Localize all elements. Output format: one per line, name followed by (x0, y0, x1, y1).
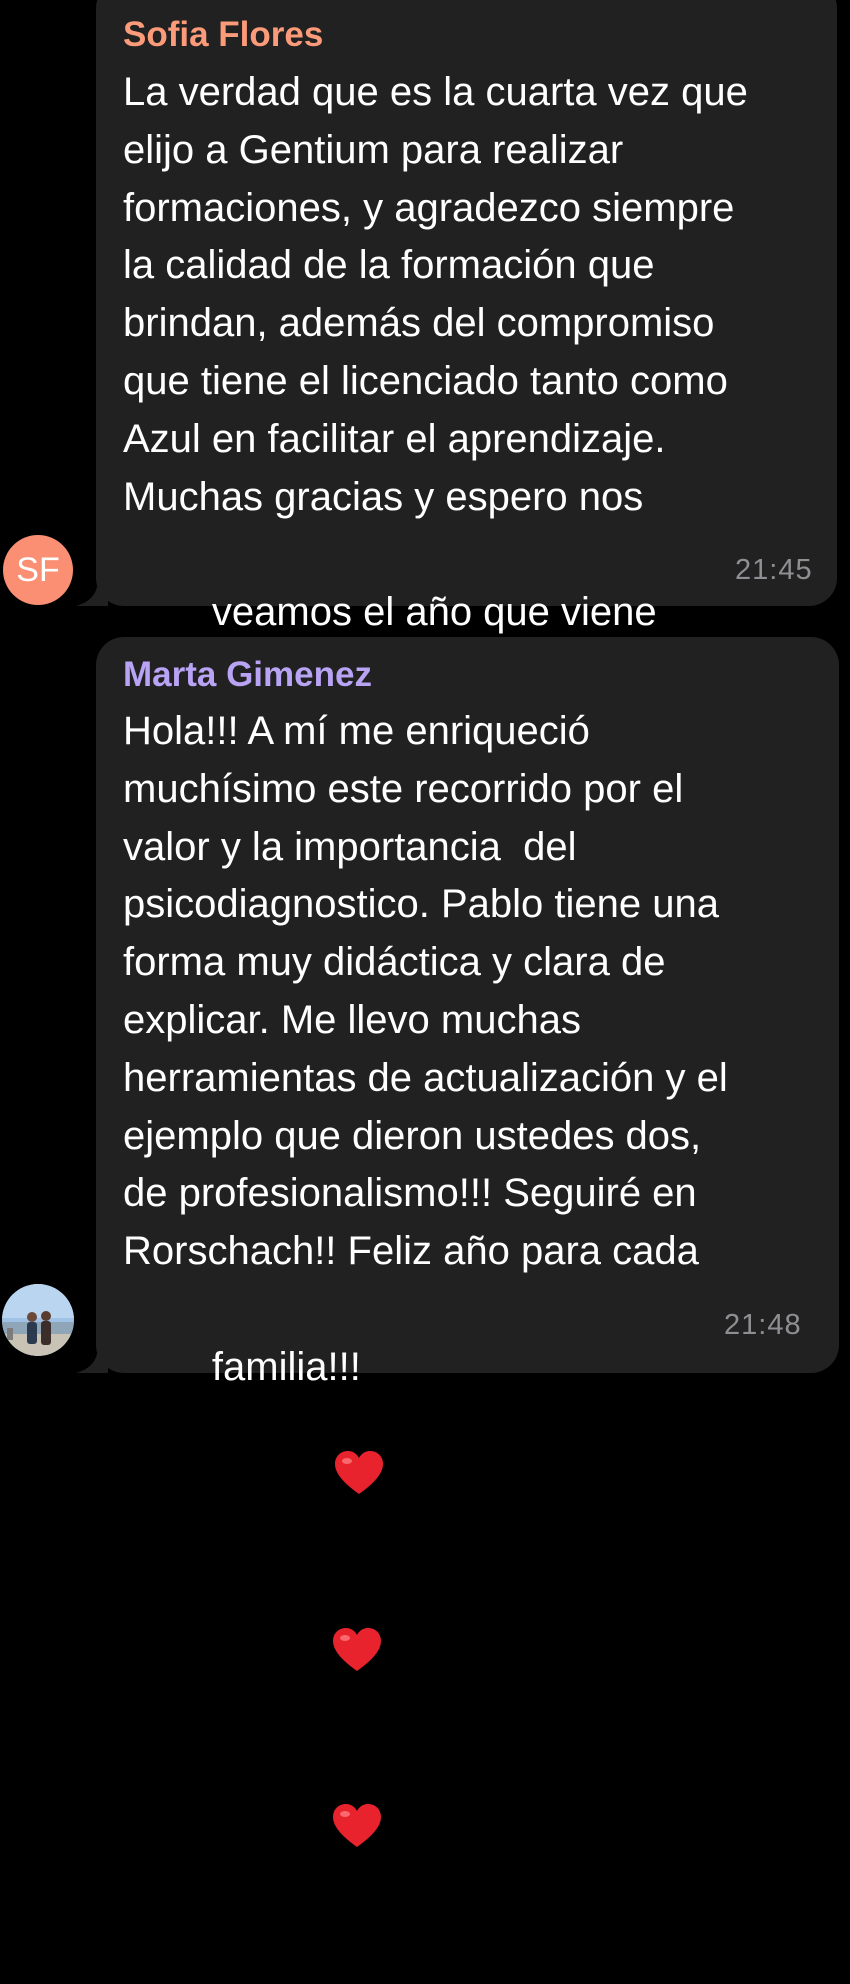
message-bubble[interactable]: Marta Gimenez Hola!!! A mí me enriqueció… (96, 637, 839, 1848)
red-heart-emoji (220, 1569, 383, 1749)
message-bubble[interactable]: Sofia Flores La verdad que es la cuarta … (96, 0, 837, 734)
message-line: La verdad que es la cuarta vez que (123, 70, 748, 114)
message-line: Rorschach!! Feliz año para cada (123, 1229, 699, 1274)
message-line: Azul en facilitar el aprendizaje. (123, 416, 666, 461)
message-line: muchísimo este recorrido por el (123, 766, 684, 811)
sender-name[interactable]: Sofia Flores (123, 15, 323, 55)
message-line: explicar. Me llevo muchas (123, 998, 581, 1042)
sender-name[interactable]: Marta Gimenez (123, 655, 372, 695)
message-sofia-flores[interactable]: Sofia Flores La verdad que es la cuarta … (0, 0, 850, 734)
message-line: formaciones, y agradezco siempre (123, 185, 735, 230)
message-line: forma muy didáctica y clara de (123, 940, 666, 985)
red-heart-emoji (220, 1745, 383, 1925)
red-heart-emoji (222, 1393, 385, 1573)
message-line: Muchas gracias y espero nos (123, 474, 644, 519)
message-marta-gimenez[interactable]: Marta Gimenez Hola!!! A mí me enriqueció… (0, 637, 850, 1848)
message-line-text: veamos el año que viene (211, 590, 657, 635)
message-line: que tiene el licenciado tanto como (123, 359, 728, 403)
message-line: ejemplo que dieron ustedes dos, (123, 1113, 702, 1158)
message-line-text: familia!!! (211, 1344, 361, 1389)
message-line: Hola!!! A mí me enriqueció (123, 709, 590, 753)
message-timestamp: 21:48 (724, 1309, 802, 1341)
message-line-last: familia!!! (123, 1281, 385, 1984)
message-line: herramientas de actualización y el (123, 1055, 728, 1100)
message-line: brindan, además del compromiso (123, 301, 715, 346)
message-line: la calidad de la formación que (123, 243, 655, 288)
avatar[interactable]: SF (3, 535, 73, 605)
message-line: valor y la importancia del (123, 824, 577, 869)
message-line: elijo a Gentium para realizar (123, 127, 624, 172)
message-line: psicodiagnostico. Pablo tiene una (123, 882, 719, 927)
photo-avatar[interactable] (2, 1284, 74, 1356)
message-timestamp: 21:45 (735, 554, 813, 586)
message-line: de profesionalismo!!! Seguiré en (123, 1171, 697, 1216)
avatar-initials: SF (16, 550, 60, 589)
